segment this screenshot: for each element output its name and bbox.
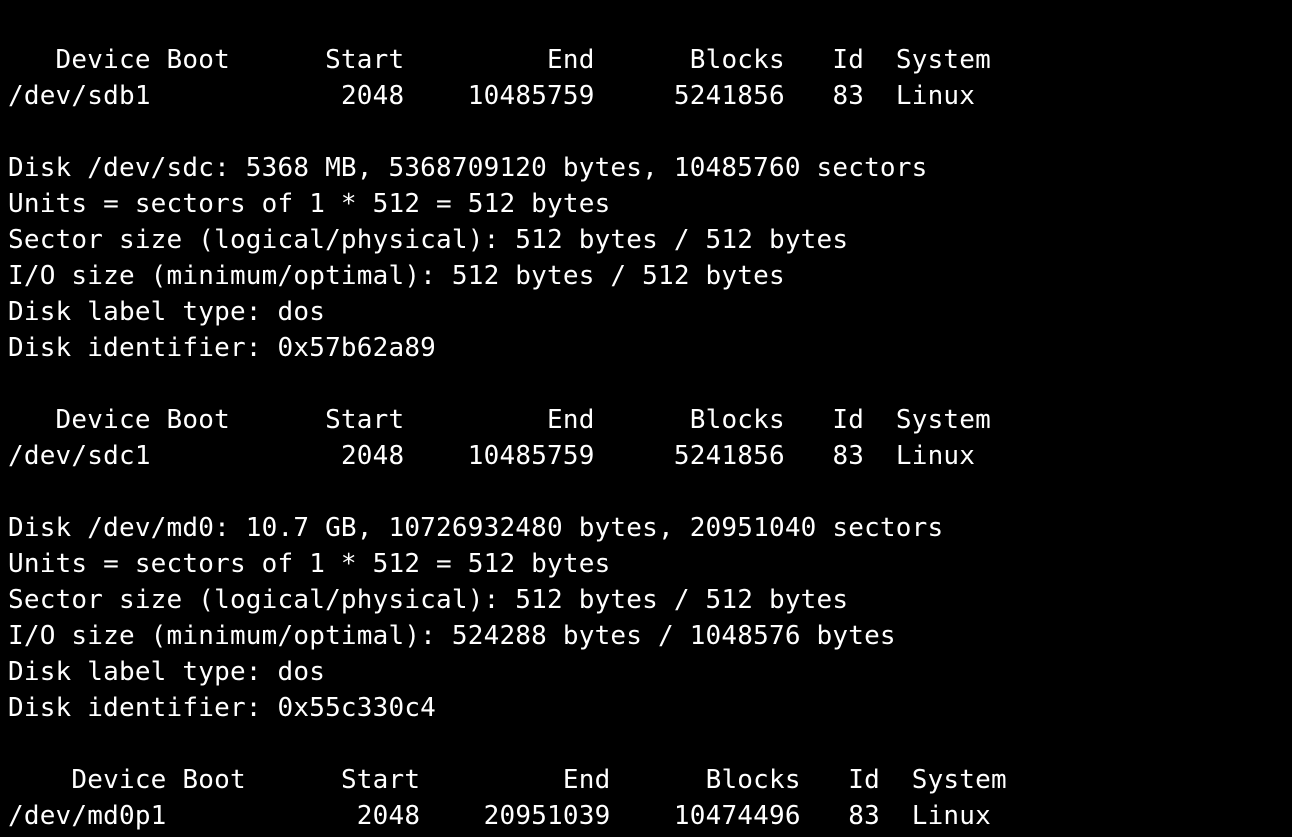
partition-row-md0p1: /dev/md0p1 2048 20951039 10474496 83 Lin… — [8, 801, 991, 831]
disk-info-md0: Disk /dev/md0: 10.7 GB, 10726932480 byte… — [8, 513, 943, 723]
disk-info-sdc: Disk /dev/sdc: 5368 MB, 5368709120 bytes… — [8, 153, 928, 363]
partition-row-sdb1: /dev/sdb1 2048 10485759 5241856 83 Linux — [8, 81, 975, 111]
partition-header-1: Device Boot Start End Blocks Id System — [8, 405, 991, 435]
partition-header-2: Device Boot Start End Blocks Id System — [8, 765, 1007, 795]
partition-row-sdc1: /dev/sdc1 2048 10485759 5241856 83 Linux — [8, 441, 975, 471]
terminal-output[interactable]: Device Boot Start End Blocks Id System /… — [0, 0, 1292, 837]
partition-header-0: Device Boot Start End Blocks Id System — [8, 45, 991, 75]
